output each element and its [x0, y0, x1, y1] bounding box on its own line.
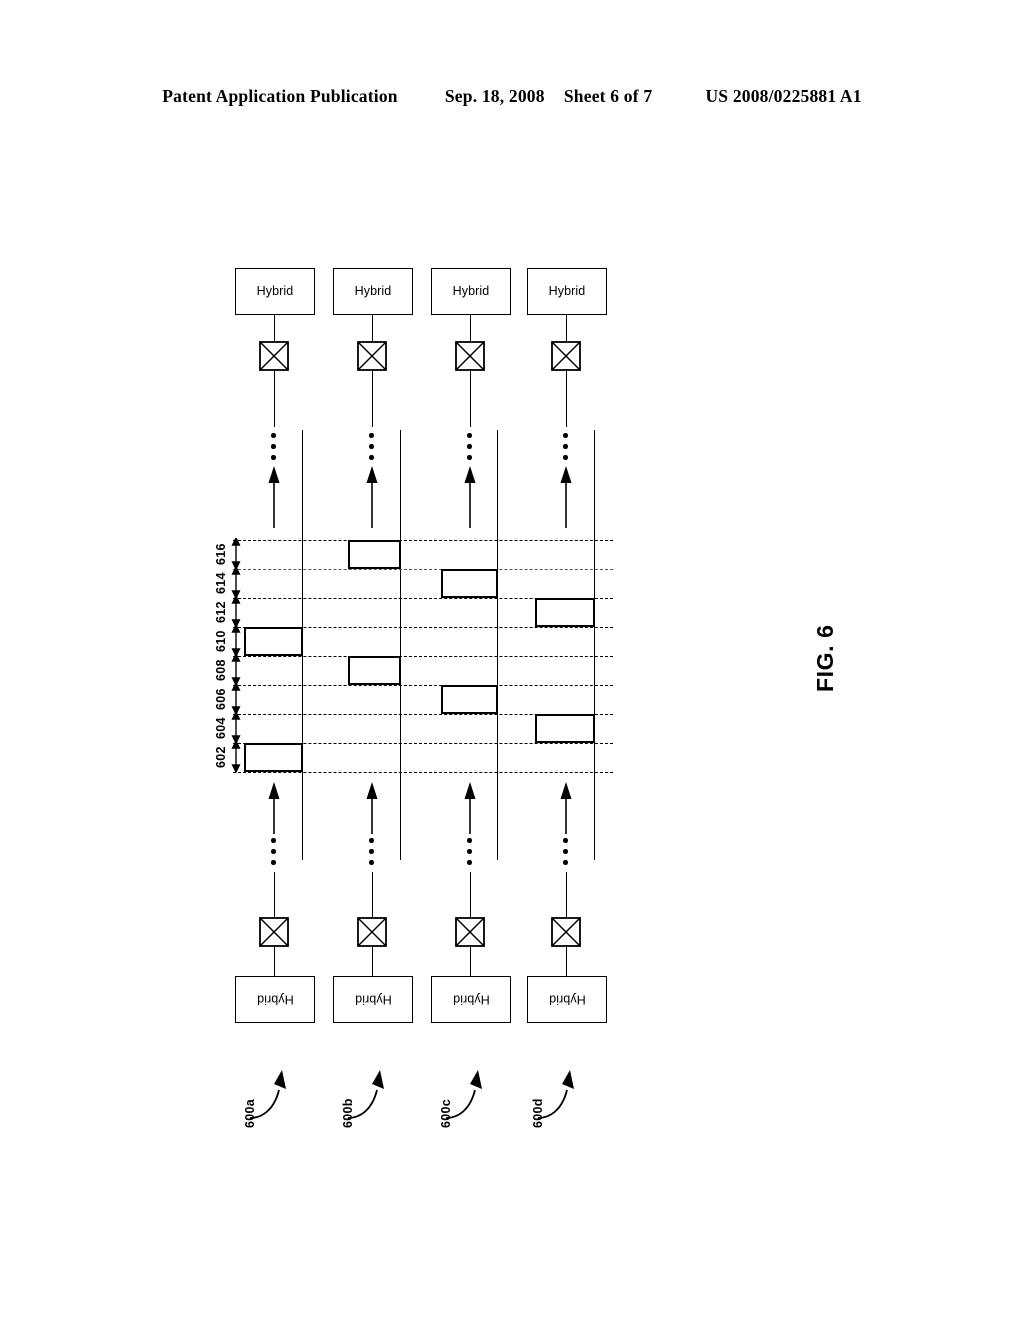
- band-dimension-axis: [230, 538, 242, 776]
- mixer-icon-top-4: [551, 341, 581, 371]
- band-ref-614: 614: [214, 572, 228, 594]
- band-ref-612: 612: [214, 601, 228, 623]
- channel-rail-2: [400, 430, 401, 860]
- slot-rect-600b-608: [348, 656, 401, 685]
- hybrid-block-label: Hybrid: [256, 992, 294, 1007]
- connector-top-dots-4: [566, 371, 567, 427]
- hybrid-block-bottom-4: Hybrid: [527, 976, 607, 1023]
- band-ref-606: 606: [214, 688, 228, 710]
- band-gridline-8: [233, 569, 613, 570]
- hybrid-block-label: Hybrid: [548, 284, 586, 299]
- slot-rect-600a-602: [244, 743, 303, 772]
- ellipsis-dots-bottom-2: [369, 838, 375, 868]
- slot-rect-600d-604: [535, 714, 595, 743]
- connector-top-dots-3: [470, 371, 471, 427]
- mixer-icon-top-2: [357, 341, 387, 371]
- mixer-icon-top-1: [259, 341, 289, 371]
- lead-arrow-600c: [444, 1070, 486, 1120]
- band-ref-602: 602: [214, 746, 228, 768]
- ellipsis-dots-bottom-3: [467, 838, 473, 868]
- hybrid-block-bottom-3: Hybrid: [431, 976, 511, 1023]
- band-gridline-5: [233, 656, 613, 657]
- channel-rail-4: [594, 430, 595, 860]
- channel-rail-3: [497, 430, 498, 860]
- connector-bottom-dots-3: [470, 872, 471, 918]
- band-ref-610: 610: [214, 630, 228, 652]
- band-ref-616: 616: [214, 543, 228, 565]
- hybrid-block-label: Hybrid: [452, 284, 490, 299]
- ellipsis-dots-bottom-1: [271, 838, 277, 868]
- connector-bottom-dots-1: [274, 872, 275, 918]
- flow-arrow-up-bottom-1: [266, 782, 282, 834]
- flow-arrow-up-bottom-4: [558, 782, 574, 834]
- hybrid-block-bottom-1: Hybrid: [235, 976, 315, 1023]
- connector-bottom-dots-4: [566, 872, 567, 918]
- slot-rect-600a-610: [244, 627, 303, 656]
- slot-rect-600b-616: [348, 540, 401, 569]
- band-ref-604: 604: [214, 717, 228, 739]
- mixer-icon-bottom-1: [259, 917, 289, 947]
- flow-arrow-up-top-4: [558, 466, 574, 528]
- connector-top-3: [470, 315, 471, 342]
- hybrid-block-bottom-2: Hybrid: [333, 976, 413, 1023]
- hybrid-block-top-2: Hybrid: [333, 268, 413, 315]
- connector-top-4: [566, 315, 567, 342]
- flow-arrow-up-top-1: [266, 466, 282, 528]
- connector-top-1: [274, 315, 275, 342]
- connector-bottom-3: [470, 947, 471, 977]
- ellipsis-dots-top-1: [271, 433, 277, 463]
- connector-top-dots-1: [274, 371, 275, 427]
- mixer-icon-bottom-2: [357, 917, 387, 947]
- ellipsis-dots-top-3: [467, 433, 473, 463]
- lead-arrow-600b: [346, 1070, 388, 1120]
- band-ref-608: 608: [214, 659, 228, 681]
- connector-bottom-dots-2: [372, 872, 373, 918]
- hybrid-block-label: Hybrid: [452, 992, 490, 1007]
- hybrid-block-label: Hybrid: [256, 284, 294, 299]
- connector-bottom-4: [566, 947, 567, 977]
- connector-top-2: [372, 315, 373, 342]
- flow-arrow-up-top-2: [364, 466, 380, 528]
- mixer-icon-bottom-3: [455, 917, 485, 947]
- figure-6-drawing: Hybrid Hybrid Hybrid Hybrid 602 604 606 …: [0, 0, 1024, 1320]
- band-gridline-9: [233, 540, 613, 541]
- flow-arrow-up-bottom-3: [462, 782, 478, 834]
- hybrid-block-label: Hybrid: [354, 992, 392, 1007]
- flow-arrow-up-bottom-2: [364, 782, 380, 834]
- hybrid-block-top-4: Hybrid: [527, 268, 607, 315]
- slot-rect-600c-606: [441, 685, 498, 714]
- hybrid-block-label: Hybrid: [354, 284, 392, 299]
- mixer-icon-top-3: [455, 341, 485, 371]
- hybrid-block-label: Hybrid: [548, 992, 586, 1007]
- ellipsis-dots-top-2: [369, 433, 375, 463]
- ellipsis-dots-bottom-4: [563, 838, 569, 868]
- connector-top-dots-2: [372, 371, 373, 427]
- hybrid-block-top-3: Hybrid: [431, 268, 511, 315]
- flow-arrow-up-top-3: [462, 466, 478, 528]
- slot-rect-600d-612: [535, 598, 595, 627]
- mixer-icon-bottom-4: [551, 917, 581, 947]
- hybrid-block-top-1: Hybrid: [235, 268, 315, 315]
- connector-bottom-2: [372, 947, 373, 977]
- connector-bottom-1: [274, 947, 275, 977]
- lead-arrow-600d: [536, 1070, 578, 1120]
- slot-rect-600c-614: [441, 569, 498, 598]
- ellipsis-dots-top-4: [563, 433, 569, 463]
- lead-arrow-600a: [248, 1070, 290, 1120]
- figure-caption: FIG. 6: [812, 624, 838, 692]
- band-gridline-1: [233, 772, 613, 773]
- band-gridline-4: [233, 685, 613, 686]
